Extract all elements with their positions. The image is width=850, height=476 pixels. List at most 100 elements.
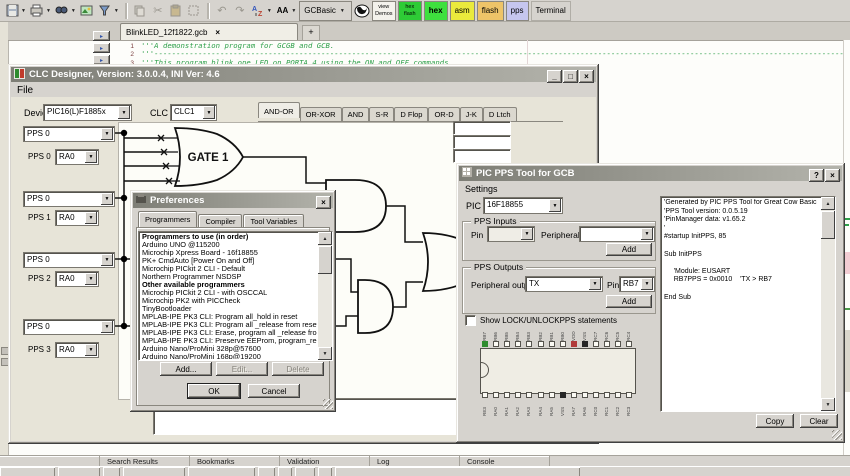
chip-pin-VDD[interactable]: [571, 341, 577, 347]
preferences-close-button[interactable]: ×: [316, 196, 331, 209]
clc-titlebar[interactable]: CLC Designer, Version: 3.0.0.4, INI Ver:…: [11, 67, 596, 82]
sort-caret-icon[interactable]: ▼: [267, 8, 272, 14]
clc-output-box[interactable]: [453, 135, 511, 149]
gutter-button-top[interactable]: ▸: [93, 31, 110, 41]
chip-pin-RC7[interactable]: [593, 341, 599, 347]
chip-pin-RC5[interactable]: [615, 341, 621, 347]
peripheral-output-arrow-icon[interactable]: [589, 278, 601, 290]
pps-pin-arrow-icon[interactable]: [85, 151, 97, 163]
edit-button[interactable]: Edit...: [216, 362, 268, 376]
programmer-list-item[interactable]: MPLAB-IPE PK3 CLI: Erase, program all _r…: [140, 329, 317, 337]
chip-pin-RA1[interactable]: [504, 392, 510, 398]
clc-maximize-button[interactable]: □: [563, 70, 578, 83]
scroll-down-icon[interactable]: ▼: [821, 398, 835, 411]
programmer-list-item[interactable]: Programmers to use (in order): [140, 233, 317, 241]
chip-pin-RB2[interactable]: [538, 341, 544, 347]
delete-button[interactable]: Delete: [272, 362, 324, 376]
new-tab-button[interactable]: +: [302, 25, 320, 40]
programmer-list-item[interactable]: Arduino Nano/ProMini 328p@57600: [140, 345, 317, 353]
pps-titlebar[interactable]: PIC PPS Tool for GCB ? ×: [459, 166, 842, 181]
clc-tab-and-or[interactable]: AND-OR: [258, 102, 300, 118]
programmer-list-item[interactable]: TinyBootloader: [140, 305, 317, 313]
terminal-button[interactable]: Terminal: [531, 1, 571, 21]
programmers-scrollbar[interactable]: ▲▼: [318, 232, 332, 360]
scroll-thumb[interactable]: [821, 211, 835, 239]
chip-pin-RB3[interactable]: [526, 341, 532, 347]
programmer-list-item[interactable]: Arduino Nano/ProMini 168p@19200: [140, 353, 317, 359]
cow-icon[interactable]: [354, 3, 370, 19]
preferences-tab-compiler[interactable]: Compiler: [198, 214, 242, 228]
view-demos-button[interactable]: viewDemos: [372, 1, 396, 21]
image-icon[interactable]: [79, 3, 95, 19]
scroll-up-icon[interactable]: ▲: [318, 232, 332, 245]
programmer-list-item[interactable]: Microchip PICkit 2 CLI - Default: [140, 265, 317, 273]
chip-pin-RE3[interactable]: [482, 392, 488, 398]
clear-button[interactable]: Clear: [800, 414, 838, 428]
flash-button[interactable]: flash: [477, 1, 504, 21]
preferences-tab-programmers[interactable]: Programmers: [138, 211, 197, 227]
clc-output-box[interactable]: [453, 121, 511, 135]
chip-pin-RB7[interactable]: [482, 341, 488, 347]
output-pin-combo[interactable]: RB7: [619, 276, 655, 292]
file-tab[interactable]: BlinkLED_12f1822.gcb ×: [120, 23, 298, 40]
font-size-button[interactable]: AA: [275, 3, 291, 19]
programmer-list-item[interactable]: MPLAB-IPE PK3 CLI: Preserve EEProm, prog…: [140, 337, 317, 345]
copy-button[interactable]: Copy: [756, 414, 794, 428]
chip-pin-RA2[interactable]: [515, 392, 521, 398]
pps-bus-arrow-icon[interactable]: [101, 128, 113, 140]
programmer-list-item[interactable]: Arduino UNO @115200: [140, 241, 317, 249]
output-pin-arrow-icon[interactable]: [641, 278, 653, 290]
chip-pin-RA4[interactable]: [538, 392, 544, 398]
save-caret-icon[interactable]: ▼: [21, 8, 26, 14]
pps-pin-combo-1[interactable]: RA0: [55, 210, 99, 226]
pps-bus-combo-1[interactable]: PPS 0: [23, 191, 115, 207]
save-icon[interactable]: [4, 3, 20, 19]
paste-icon[interactable]: [168, 3, 184, 19]
chip-pin-RB0[interactable]: [560, 341, 566, 347]
preferences-titlebar[interactable]: Preferences ×: [133, 193, 333, 208]
chip-pin-RC6[interactable]: [604, 341, 610, 347]
scroll-down-icon[interactable]: ▼: [318, 347, 332, 360]
chip-pin-VSS[interactable]: [560, 392, 566, 398]
chip-pin-RB6[interactable]: [493, 341, 499, 347]
filter-icon[interactable]: [97, 3, 113, 19]
chip-pin-RA3[interactable]: [526, 392, 532, 398]
scroll-up-icon[interactable]: ▲: [821, 197, 835, 210]
chip-pin-RC3[interactable]: [626, 392, 632, 398]
code-scrollbar[interactable]: ▲▼: [821, 197, 835, 411]
cut-icon[interactable]: ✂: [150, 3, 166, 19]
select-icon[interactable]: [186, 3, 202, 19]
pps-pin-arrow-icon[interactable]: [85, 212, 97, 224]
tab-close-icon[interactable]: ×: [215, 28, 220, 37]
peripheral-output-combo[interactable]: TX: [525, 276, 603, 292]
programmer-list-item[interactable]: Microchip Xpress Board - 16f18855: [140, 249, 317, 257]
pin-combo[interactable]: [487, 226, 535, 242]
redo-icon[interactable]: ↷: [232, 3, 248, 19]
clc-minimize-button[interactable]: _: [547, 70, 562, 83]
font-caret-icon[interactable]: ▼: [291, 8, 296, 14]
pps-help-button[interactable]: ?: [809, 169, 824, 182]
scroll-thumb[interactable]: [318, 246, 332, 274]
chip-pin-RC2[interactable]: [615, 392, 621, 398]
peripheral-input-arrow-icon[interactable]: [641, 228, 653, 240]
pps-bus-arrow-icon[interactable]: [101, 254, 113, 266]
chip-pin-RA0[interactable]: [493, 392, 499, 398]
programmer-list-item[interactable]: Microchip PICkit 2 CLI - with OSCCAL: [140, 289, 317, 297]
pps-pin-arrow-icon[interactable]: [85, 273, 97, 285]
pps-bus-combo-3[interactable]: PPS 0: [23, 319, 115, 335]
chip-pin-RB4[interactable]: [515, 341, 521, 347]
programmer-list-item[interactable]: PK+ CmdAuto [Power On and Off]: [140, 257, 317, 265]
pic-combo-arrow-icon[interactable]: [549, 199, 561, 212]
find-caret-icon[interactable]: ▼: [71, 8, 76, 14]
gcbasic-combo-button[interactable]: GCBasic▼: [299, 1, 352, 21]
clc-close-button[interactable]: ×: [579, 70, 594, 83]
chip-pin-RC0[interactable]: [593, 392, 599, 398]
pin-combo-arrow-icon[interactable]: [521, 228, 533, 240]
generated-code-panel[interactable]: 'Generated by PIC PPS Tool for Great Cow…: [660, 196, 836, 412]
chip-pin-RB1[interactable]: [549, 341, 555, 347]
hex-flash-button[interactable]: hexflash: [398, 1, 422, 21]
chip-pin-RC4[interactable]: [626, 341, 632, 347]
copy-icon[interactable]: [132, 3, 148, 19]
programmer-list-item[interactable]: MPLAB-IPE PK3 CLI: Program all _release …: [140, 321, 317, 329]
pps-bus-arrow-icon[interactable]: [101, 193, 113, 205]
